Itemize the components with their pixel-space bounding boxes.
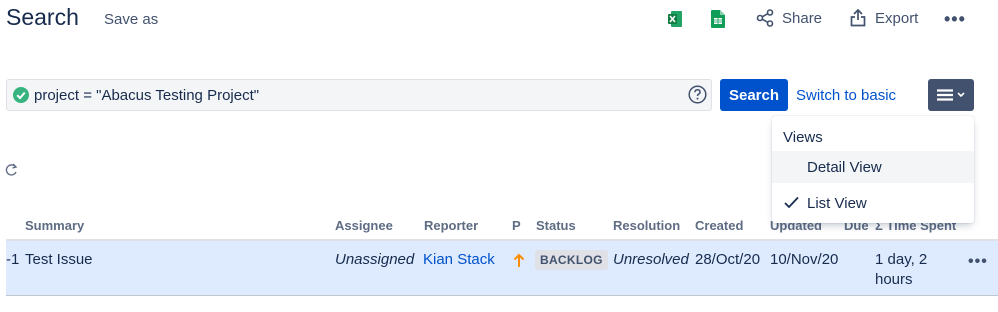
export-label: Export	[875, 9, 919, 27]
menu-item-list-view[interactable]: List View	[772, 187, 974, 219]
issue-updated-date: 10/Nov/20	[770, 251, 839, 268]
status-badge: BACKLOG	[535, 250, 608, 270]
issue-resolution: Unresolved	[613, 251, 689, 268]
column-resolution[interactable]: Resolution	[613, 218, 680, 233]
menu-item-label: List View	[807, 195, 867, 212]
column-reporter[interactable]: Reporter	[424, 218, 478, 233]
issue-time-spent-line1: 1 day, 2	[875, 251, 928, 268]
priority-high-arrow-icon	[513, 253, 525, 267]
switch-to-basic-link[interactable]: Switch to basic	[796, 87, 896, 104]
issue-key[interactable]: -1	[6, 251, 19, 268]
issue-time-spent-line2: hours	[875, 271, 913, 288]
refresh-icon[interactable]	[5, 163, 18, 177]
jql-query-input[interactable]: project = "Abacus Testing Project"	[6, 79, 712, 111]
list-menu-icon	[937, 89, 953, 101]
table-row[interactable]: -1 Test Issue Unassigned Kian Stack BACK…	[6, 241, 998, 296]
row-actions-icon[interactable]: •••	[968, 253, 988, 271]
export-icon	[850, 9, 866, 27]
column-created[interactable]: Created	[695, 218, 743, 233]
menu-item-detail-view[interactable]: Detail View	[772, 151, 974, 183]
views-dropdown-menu: Views Detail View List View	[772, 116, 974, 223]
issue-created-date: 28/Oct/20	[695, 251, 761, 268]
search-button[interactable]: Search	[720, 79, 788, 111]
help-icon[interactable]	[688, 85, 707, 104]
issue-assignee: Unassigned	[335, 251, 415, 268]
column-status[interactable]: Status	[536, 218, 576, 233]
column-summary[interactable]: Summary	[25, 218, 84, 233]
save-as-link[interactable]: Save as	[104, 11, 158, 28]
query-text: project = "Abacus Testing Project"	[34, 87, 260, 104]
checkmark-icon	[784, 196, 799, 209]
excel-icon[interactable]	[668, 11, 682, 27]
chevron-down-icon	[957, 92, 965, 98]
column-priority[interactable]: P	[512, 218, 521, 233]
export-button[interactable]: Export	[850, 9, 918, 27]
share-label: Share	[782, 9, 823, 27]
google-sheets-icon[interactable]	[711, 10, 725, 28]
view-switcher-button[interactable]	[928, 79, 974, 111]
share-icon	[756, 9, 774, 27]
more-actions-icon[interactable]: •••	[944, 9, 966, 30]
issue-reporter[interactable]: Kian Stack	[423, 251, 495, 268]
valid-query-check-icon	[13, 87, 29, 103]
share-button[interactable]: Share	[756, 9, 822, 27]
menu-item-label: Detail View	[807, 159, 882, 176]
column-assignee[interactable]: Assignee	[335, 218, 393, 233]
views-menu-header: Views	[783, 129, 823, 146]
issue-summary[interactable]: Test Issue	[25, 251, 93, 268]
page-title: Search	[6, 4, 79, 30]
